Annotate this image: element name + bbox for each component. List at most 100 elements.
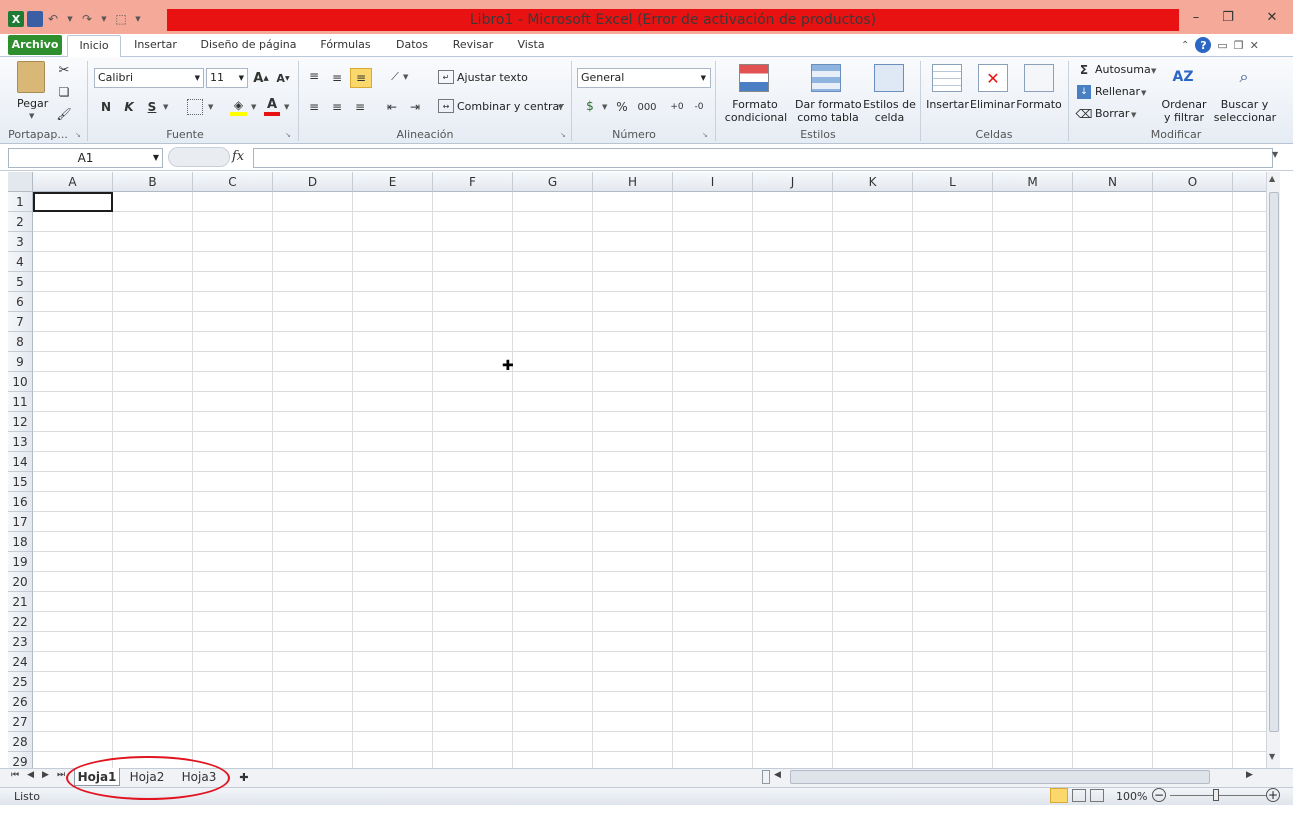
cell[interactable]	[753, 592, 833, 612]
cell[interactable]	[193, 552, 273, 572]
cell[interactable]	[913, 632, 993, 652]
cell[interactable]	[113, 552, 193, 572]
column-header-n[interactable]: N	[1073, 172, 1153, 192]
row-header-10[interactable]: 10	[8, 372, 33, 392]
cell[interactable]	[513, 632, 593, 652]
cell[interactable]	[113, 592, 193, 612]
scroll-left-icon[interactable]: ◀	[774, 770, 781, 780]
cell[interactable]	[593, 692, 673, 712]
cell[interactable]	[593, 192, 673, 212]
cell[interactable]	[833, 572, 913, 592]
column-header-j[interactable]: J	[753, 172, 833, 192]
cell[interactable]	[353, 592, 433, 612]
cell[interactable]	[833, 332, 913, 352]
cell[interactable]	[513, 452, 593, 472]
cell[interactable]	[673, 412, 753, 432]
row-header-13[interactable]: 13	[8, 432, 33, 452]
cell[interactable]	[1233, 512, 1266, 532]
cell[interactable]	[1073, 652, 1153, 672]
cell[interactable]	[193, 532, 273, 552]
cell[interactable]	[273, 732, 353, 752]
cell[interactable]	[113, 372, 193, 392]
cell[interactable]	[113, 652, 193, 672]
clear-button[interactable]: Borrar	[1095, 107, 1129, 120]
cell[interactable]	[593, 272, 673, 292]
cell[interactable]	[353, 732, 433, 752]
cell[interactable]	[593, 372, 673, 392]
cell[interactable]	[193, 732, 273, 752]
cell[interactable]	[1073, 332, 1153, 352]
cell[interactable]	[33, 712, 113, 732]
cell[interactable]	[1073, 692, 1153, 712]
cell[interactable]	[513, 692, 593, 712]
cell[interactable]	[433, 732, 513, 752]
cell[interactable]	[433, 232, 513, 252]
column-header-i[interactable]: I	[673, 172, 753, 192]
cell[interactable]	[1073, 672, 1153, 692]
cell[interactable]	[993, 192, 1073, 212]
cell[interactable]	[1073, 552, 1153, 572]
cell[interactable]	[433, 512, 513, 532]
cell[interactable]	[1233, 452, 1266, 472]
cell[interactable]	[33, 612, 113, 632]
cell[interactable]	[33, 412, 113, 432]
cell[interactable]	[593, 632, 673, 652]
cell[interactable]	[753, 432, 833, 452]
cell[interactable]	[753, 272, 833, 292]
format-as-table-label-2[interactable]: como tabla	[793, 111, 863, 124]
cell[interactable]	[1233, 372, 1266, 392]
cell[interactable]	[193, 232, 273, 252]
cell[interactable]	[33, 352, 113, 372]
cell[interactable]	[1153, 372, 1233, 392]
cell[interactable]	[833, 432, 913, 452]
cell[interactable]	[913, 532, 993, 552]
cell[interactable]	[353, 412, 433, 432]
cell[interactable]	[353, 492, 433, 512]
cell[interactable]	[993, 232, 1073, 252]
cell[interactable]	[513, 372, 593, 392]
cell[interactable]	[993, 252, 1073, 272]
row-header-5[interactable]: 5	[8, 272, 33, 292]
row-header-6[interactable]: 6	[8, 292, 33, 312]
cell[interactable]	[673, 192, 753, 212]
accounting-dropdown-icon[interactable]: ▼	[602, 103, 607, 111]
borders-dropdown-icon[interactable]: ▼	[208, 103, 213, 111]
cell[interactable]	[433, 572, 513, 592]
cell[interactable]	[993, 752, 1073, 768]
cell[interactable]	[513, 492, 593, 512]
cell[interactable]	[593, 592, 673, 612]
cell[interactable]	[33, 432, 113, 452]
cell[interactable]	[753, 732, 833, 752]
cell[interactable]	[273, 532, 353, 552]
cell[interactable]	[193, 612, 273, 632]
cell[interactable]	[993, 572, 1073, 592]
cell[interactable]	[513, 712, 593, 732]
cell[interactable]	[1233, 612, 1266, 632]
increase-indent-icon[interactable]: ⇥	[407, 99, 423, 115]
cell[interactable]	[753, 352, 833, 372]
row-header-17[interactable]: 17	[8, 512, 33, 532]
cell[interactable]	[193, 472, 273, 492]
cell[interactable]	[913, 192, 993, 212]
cell[interactable]	[913, 252, 993, 272]
cell[interactable]	[913, 672, 993, 692]
cell[interactable]	[1153, 732, 1233, 752]
cell[interactable]	[1153, 352, 1233, 372]
cell[interactable]	[1073, 392, 1153, 412]
cell[interactable]	[593, 492, 673, 512]
cell[interactable]	[273, 352, 353, 372]
cell[interactable]	[353, 652, 433, 672]
cell[interactable]	[993, 512, 1073, 532]
row-header-3[interactable]: 3	[8, 232, 33, 252]
cell[interactable]	[1233, 232, 1266, 252]
cell[interactable]	[1153, 272, 1233, 292]
cell[interactable]	[433, 712, 513, 732]
cell[interactable]	[1153, 252, 1233, 272]
cell[interactable]	[673, 652, 753, 672]
cell[interactable]	[1153, 632, 1233, 652]
cell[interactable]	[513, 212, 593, 232]
column-header-b[interactable]: B	[113, 172, 193, 192]
cell[interactable]	[673, 572, 753, 592]
cell[interactable]	[1233, 292, 1266, 312]
cell[interactable]	[913, 312, 993, 332]
